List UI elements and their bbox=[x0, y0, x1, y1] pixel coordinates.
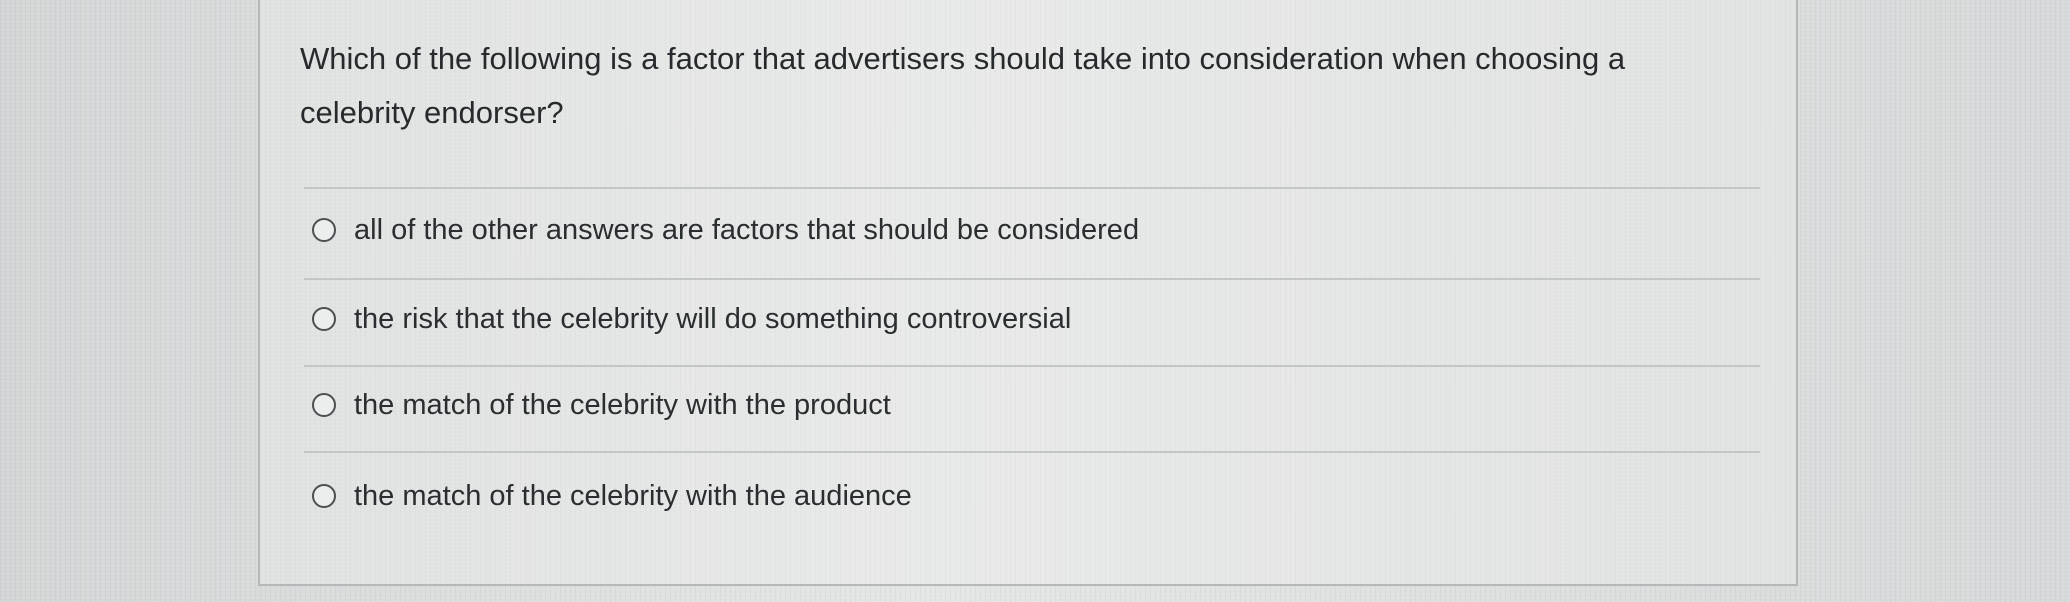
answer-option-2[interactable]: the risk that the celebrity will do some… bbox=[312, 295, 1071, 343]
divider bbox=[304, 187, 1760, 189]
answer-option-4[interactable]: the match of the celebrity with the audi… bbox=[312, 472, 912, 520]
radio-button[interactable] bbox=[312, 307, 336, 331]
answer-option-label: all of the other answers are factors tha… bbox=[354, 213, 1140, 246]
divider bbox=[304, 365, 1760, 367]
answer-option-label: the match of the celebrity with the prod… bbox=[354, 388, 891, 421]
answer-option-3[interactable]: the match of the celebrity with the prod… bbox=[312, 381, 891, 429]
answer-option-label: the match of the celebrity with the audi… bbox=[354, 479, 912, 512]
answer-option-label: the risk that the celebrity will do some… bbox=[354, 302, 1072, 335]
radio-button[interactable] bbox=[312, 218, 336, 242]
divider bbox=[304, 451, 1760, 453]
radio-button[interactable] bbox=[312, 484, 336, 508]
question-text: Which of the following is a factor that … bbox=[300, 41, 1626, 130]
radio-button[interactable] bbox=[312, 393, 336, 417]
answer-option-1[interactable]: all of the other answers are factors tha… bbox=[312, 206, 1139, 254]
divider bbox=[304, 278, 1760, 280]
